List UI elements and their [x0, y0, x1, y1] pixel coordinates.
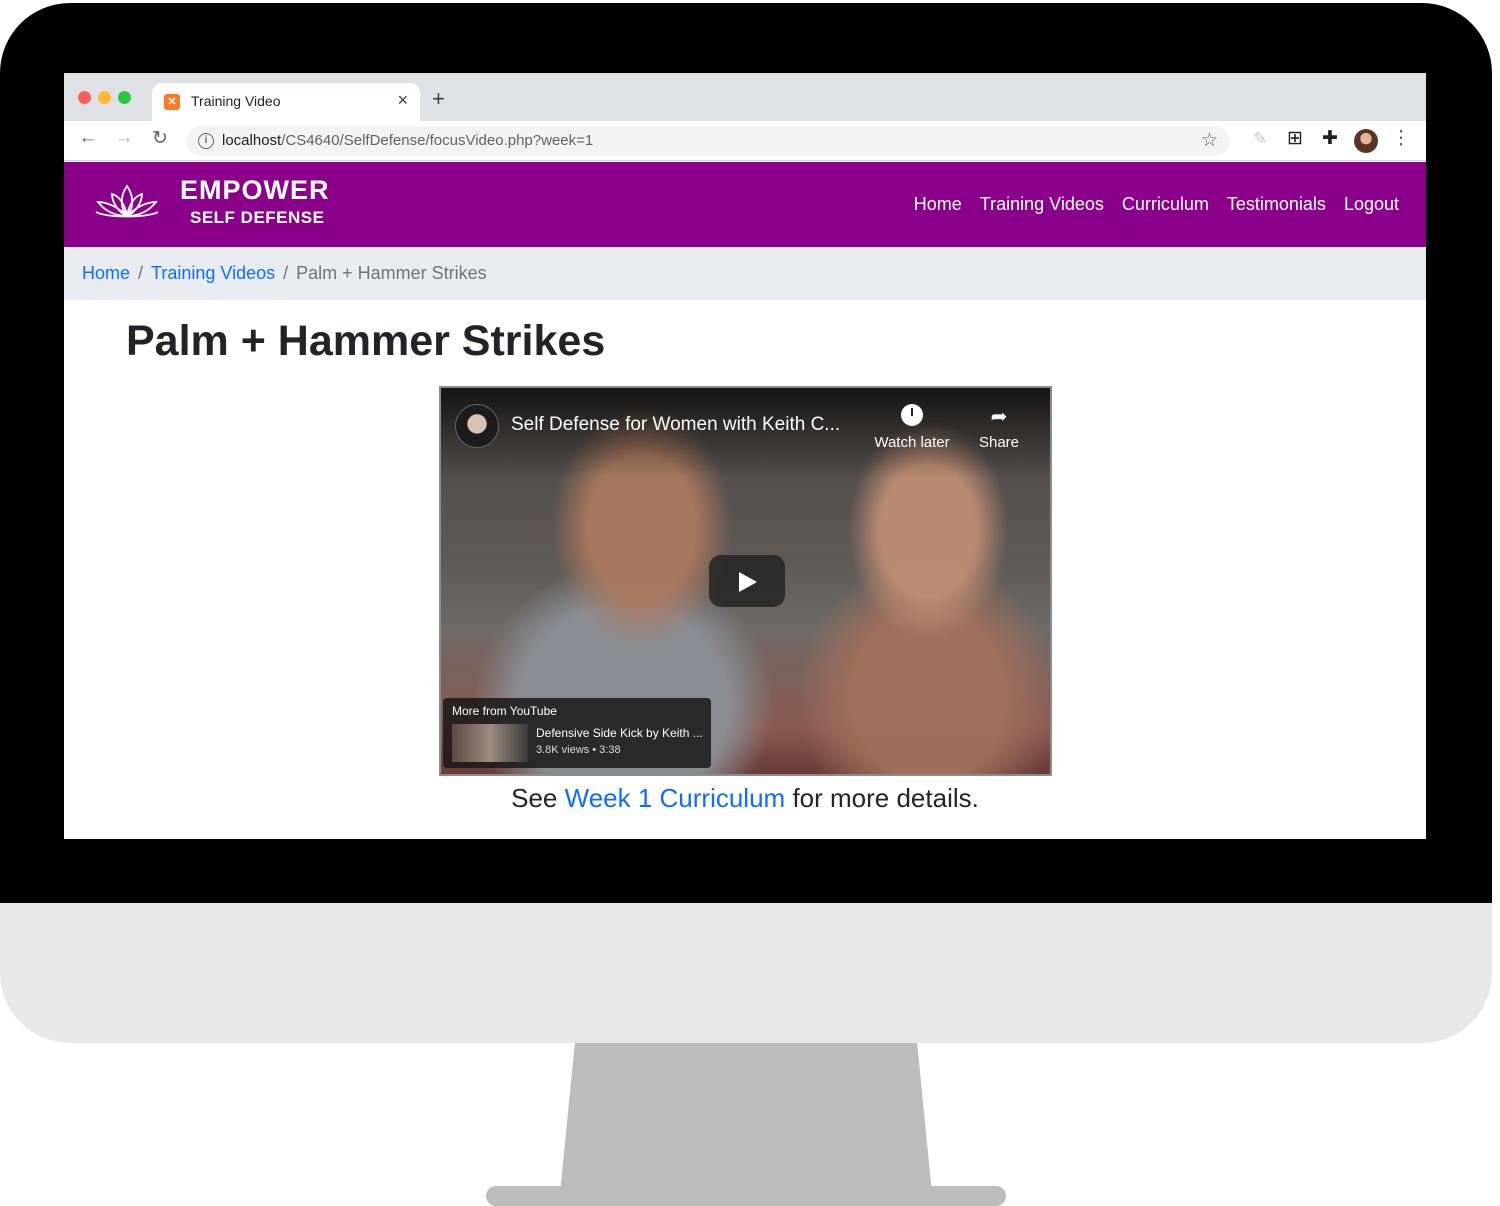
forward-icon[interactable]: →: [112, 127, 136, 149]
brand-subtitle[interactable]: SELF DEFENSE: [190, 208, 324, 228]
address-bar[interactable]: i localhost/CS4640/SelfDefense/focusVide…: [186, 126, 1230, 156]
clock-icon: [901, 404, 923, 426]
more-videos-panel[interactable]: More from YouTube Defensive Side Kick by…: [443, 698, 711, 768]
nav-training-videos[interactable]: Training Videos: [980, 194, 1104, 215]
watch-later-label: Watch later: [874, 434, 950, 451]
lotus-icon[interactable]: [92, 182, 162, 222]
xampp-icon: ✕: [164, 94, 180, 110]
minimize-window-button[interactable]: [98, 91, 111, 104]
breadcrumb-current: Palm + Hammer Strikes: [296, 263, 487, 283]
curriculum-note: See Week 1 Curriculum for more details.: [64, 783, 1426, 814]
info-icon[interactable]: i: [198, 133, 214, 149]
note-text-before: See: [511, 783, 565, 813]
nav-testimonials[interactable]: Testimonials: [1227, 194, 1326, 215]
breadcrumb-separator: /: [283, 263, 289, 283]
back-icon[interactable]: ←: [76, 127, 100, 149]
browser-window: ✕ Training Video × + ← → ↻ i localhost/C…: [64, 73, 1426, 839]
brand-title[interactable]: EMPOWER: [180, 175, 330, 206]
more-videos-heading: More from YouTube: [452, 704, 557, 718]
related-video-thumbnail[interactable]: [452, 724, 528, 762]
feather-icon[interactable]: ✎: [1248, 129, 1272, 149]
puzzle-icon[interactable]: ✚: [1318, 127, 1342, 150]
related-video-title[interactable]: Defensive Side Kick by Keith ...: [536, 726, 703, 740]
share-button[interactable]: ➦ Share: [971, 404, 1027, 452]
close-tab-icon[interactable]: ×: [397, 90, 408, 111]
nav-home[interactable]: Home: [914, 194, 962, 215]
site-navbar: EMPOWER SELF DEFENSE Home Training Video…: [64, 162, 1426, 247]
nav-links: Home Training Videos Curriculum Testimon…: [914, 194, 1399, 215]
video-title[interactable]: Self Defense for Women with Keith C...: [511, 414, 840, 436]
breadcrumb-training-videos[interactable]: Training Videos: [151, 263, 275, 283]
monitor-stand: [560, 1043, 932, 1193]
new-tab-icon[interactable]: +: [432, 86, 445, 112]
url-text[interactable]: localhost/CS4640/SelfDefense/focusVideo.…: [222, 132, 593, 149]
channel-avatar[interactable]: [455, 404, 499, 448]
menu-icon[interactable]: ⋮: [1389, 127, 1413, 150]
monitor-stand-base: [486, 1186, 1006, 1206]
breadcrumb-separator: /: [138, 263, 144, 283]
breadcrumb-home[interactable]: Home: [82, 263, 130, 283]
play-button[interactable]: [709, 555, 785, 607]
maximize-window-button[interactable]: [118, 91, 131, 104]
share-label: Share: [978, 434, 1020, 451]
page-title: Palm + Hammer Strikes: [126, 317, 606, 365]
bookmark-star-icon[interactable]: ☆: [1201, 129, 1218, 152]
youtube-video-embed[interactable]: Self Defense for Women with Keith C... W…: [439, 386, 1052, 776]
breadcrumb: Home / Training Videos / Palm + Hammer Strik…: [64, 247, 1426, 300]
play-icon: [739, 572, 757, 592]
week-curriculum-link[interactable]: Week 1 Curriculum: [565, 783, 786, 813]
browser-toolbar: ← → ↻ i localhost/CS4640/SelfDefense/foc…: [64, 121, 1426, 161]
share-arrow-icon: ➦: [990, 406, 1008, 428]
nav-curriculum[interactable]: Curriculum: [1122, 194, 1209, 215]
reload-icon[interactable]: ↻: [148, 127, 172, 150]
profile-avatar[interactable]: [1354, 129, 1378, 153]
watch-later-button[interactable]: Watch later: [871, 404, 953, 452]
browser-tab[interactable]: ✕ Training Video ×: [152, 83, 420, 121]
grid-icon[interactable]: ⊞: [1283, 127, 1307, 150]
tab-strip: ✕ Training Video × +: [64, 73, 1426, 121]
close-window-button[interactable]: [78, 91, 91, 104]
nav-logout[interactable]: Logout: [1344, 194, 1399, 215]
related-video-meta: 3.8K views • 3:38: [536, 744, 621, 756]
note-text-after: for more details.: [785, 783, 979, 813]
tab-title: Training Video: [191, 93, 281, 109]
